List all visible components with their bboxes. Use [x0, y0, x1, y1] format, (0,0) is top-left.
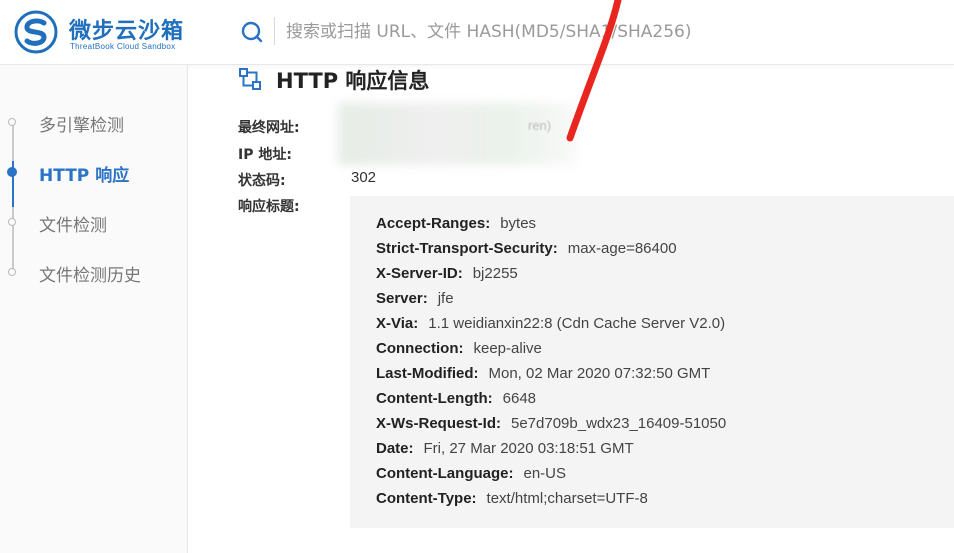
- redacted-url-tail: ren): [528, 118, 552, 133]
- header-value: 1.1 weidianxin22:8 (Cdn Cache Server V2.…: [428, 315, 726, 332]
- sidebar-item-label: 多引擎检测: [39, 116, 124, 136]
- header-value: bj2255: [472, 265, 518, 282]
- header-value: keep-alive: [473, 340, 542, 357]
- nav-dot-active: [7, 167, 17, 177]
- header-row-server: Server: jfe: [376, 290, 454, 307]
- header-value: bytes: [500, 215, 537, 232]
- header-row-date: Date: Fri, 27 Mar 2020 03:18:51 GMT: [376, 440, 634, 457]
- header-value: text/html;charset=UTF-8: [486, 490, 648, 507]
- header-key: Server:: [376, 290, 428, 307]
- header-row-connection: Connection: keep-alive: [376, 340, 542, 357]
- nav-dot: [8, 118, 16, 126]
- sidebar-item-label: 文件检测: [39, 216, 107, 236]
- sidebar-item-label: 文件检测历史: [39, 266, 141, 286]
- header-row-accept-ranges: Accept-Ranges: bytes: [376, 215, 536, 232]
- sidebar-item-file-detection[interactable]: 文件检测: [0, 208, 187, 238]
- header-key: Content-Language:: [376, 465, 514, 482]
- header-key: Last-Modified:: [376, 365, 479, 382]
- header-value: en-US: [523, 465, 567, 482]
- header-row-x-via: X-Via: 1.1 weidianxin22:8 (Cdn Cache Serv…: [376, 315, 725, 332]
- search-icon[interactable]: [241, 21, 263, 43]
- nav-dot: [8, 218, 16, 226]
- response-headers-box: Accept-Ranges: bytes Strict-Transport-Sec…: [350, 196, 954, 528]
- logo-title: 微步云沙箱: [69, 19, 185, 44]
- header-row-content-type: Content-Type: text/html;charset=UTF-8: [376, 490, 648, 507]
- sidebar-nav: 多引擎检测 HTTP 响应 文件检测 文件检测历史: [0, 65, 188, 553]
- logo-subtitle: ThreatBook Cloud Sandbox: [70, 42, 176, 51]
- header-key: Content-Type:: [376, 490, 477, 507]
- redacted-url-ip: [338, 103, 578, 165]
- sidebar-item-http-response[interactable]: HTTP 响应: [0, 158, 187, 188]
- header-row-x-ws-request-id: X-Ws-Request-Id: 5e7d709b_wdx23_16409-510…: [376, 415, 726, 432]
- top-header: 微步云沙箱 ThreatBook Cloud Sandbox: [0, 0, 954, 65]
- status-code-label: 状态码:: [238, 173, 286, 189]
- status-code-value: 302: [351, 169, 377, 186]
- header-row-content-length: Content-Length: 6648: [376, 390, 536, 407]
- header-key: Content-Length:: [376, 390, 493, 407]
- header-key: X-Server-ID:: [376, 265, 463, 282]
- sidebar-item-label: HTTP 响应: [39, 166, 130, 186]
- sidebar-item-multi-engine[interactable]: 多引擎检测: [0, 108, 187, 138]
- header-row-x-server-id: X-Server-ID: bj2255: [376, 265, 518, 282]
- header-key: Accept-Ranges:: [376, 215, 491, 232]
- nav-dot: [8, 268, 16, 276]
- header-value: Fri, 27 Mar 2020 03:18:51 GMT: [423, 440, 634, 457]
- page-title: HTTP 响应信息: [276, 69, 430, 93]
- header-value: 5e7d709b_wdx23_16409-51050: [511, 415, 727, 432]
- logo[interactable]: 微步云沙箱 ThreatBook Cloud Sandbox: [14, 10, 194, 54]
- ip-label: IP 地址:: [238, 147, 292, 163]
- search-divider: [274, 17, 275, 45]
- structure-icon: [239, 68, 261, 90]
- header-key: Connection:: [376, 340, 464, 357]
- header-value: Mon, 02 Mar 2020 07:32:50 GMT: [488, 365, 711, 382]
- header-value: max-age=86400: [567, 240, 677, 257]
- header-value: jfe: [437, 290, 454, 307]
- header-row-strict-transport-security: Strict-Transport-Security: max-age=86400: [376, 240, 677, 257]
- header-row-content-language: Content-Language: en-US: [376, 465, 566, 482]
- logo-s-icon: [14, 10, 58, 54]
- header-key: X-Via:: [376, 315, 419, 332]
- header-value: 6648: [502, 390, 537, 407]
- header-key: Strict-Transport-Security:: [376, 240, 558, 257]
- red-annotation-stroke: [566, 0, 622, 142]
- response-headers-label: 响应标题:: [238, 199, 300, 215]
- header-row-last-modified: Last-Modified: Mon, 02 Mar 2020 07:32:50 …: [376, 365, 710, 382]
- final-url-label: 最终网址:: [238, 120, 300, 136]
- sidebar-item-file-detection-history[interactable]: 文件检测历史: [0, 258, 187, 288]
- header-key: X-Ws-Request-Id:: [376, 415, 501, 432]
- header-key: Date:: [376, 440, 414, 457]
